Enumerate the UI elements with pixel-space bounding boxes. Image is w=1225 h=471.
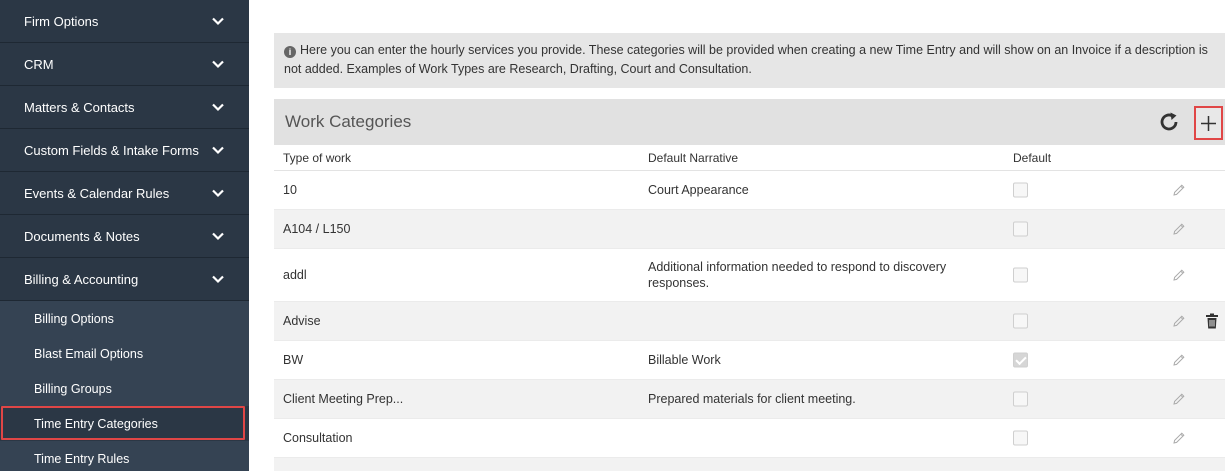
table-row[interactable]: BW Billable Work [274, 341, 1225, 380]
settings-sidebar: Firm Options CRM Matters & Contacts Cust… [0, 0, 249, 471]
cell-narrative: Prepared materials for client meeting. [648, 392, 856, 406]
info-circle-icon: i [284, 46, 296, 58]
info-banner: i Here you can enter the hourly services … [274, 33, 1225, 88]
chevron-down-icon [212, 146, 224, 155]
sidebar-section-label: Matters & Contacts [24, 99, 135, 115]
table-header: Type of work Default Narrative Default [274, 145, 1225, 171]
cell-narrative: Court Appearance [648, 183, 749, 197]
panel-title: Work Categories [285, 112, 412, 131]
cell-narrative: Additional information needed to respond… [648, 260, 947, 290]
cell-type: A104 / L150 [283, 222, 351, 236]
default-checkbox[interactable] [1013, 430, 1028, 446]
add-category-button[interactable] [1194, 106, 1223, 140]
sidebar-section-label: Billing & Accounting [24, 271, 139, 287]
sidebar-item-label: Billing Options [34, 311, 114, 326]
chevron-down-icon [212, 17, 224, 26]
billing-submenu: Billing Options Blast Email Options Bill… [0, 301, 249, 471]
sidebar-item-billing-options[interactable]: Billing Options [0, 301, 249, 336]
column-header-type[interactable]: Type of work [283, 151, 351, 165]
default-checkbox[interactable] [1013, 313, 1028, 329]
sidebar-item-time-entry-categories[interactable]: Time Entry Categories [0, 406, 249, 441]
default-checkbox[interactable] [1013, 182, 1028, 198]
sidebar-section-events-calendar[interactable]: Events & Calendar Rules [0, 172, 249, 215]
info-text: Here you can enter the hourly services y… [284, 43, 1208, 76]
pencil-icon[interactable] [1172, 353, 1186, 367]
chevron-down-icon [212, 275, 224, 284]
sidebar-section-label: Firm Options [24, 13, 99, 29]
chevron-down-icon [212, 232, 224, 241]
table-row[interactable]: addl Additional information needed to re… [274, 249, 1225, 302]
sidebar-section-label: Custom Fields & Intake Forms [24, 142, 199, 158]
table-row[interactable] [274, 458, 1225, 471]
cell-type: 10 [283, 183, 297, 197]
sidebar-item-label: Billing Groups [34, 381, 112, 396]
chevron-down-icon [212, 60, 224, 69]
sidebar-item-time-entry-rules[interactable]: Time Entry Rules [0, 441, 249, 471]
sidebar-section-crm[interactable]: CRM [0, 43, 249, 86]
table-row[interactable]: 10 Court Appearance [274, 171, 1225, 210]
pencil-icon[interactable] [1172, 431, 1186, 445]
cell-type: addl [283, 268, 307, 282]
cell-type: BW [283, 353, 304, 367]
main-content: i Here you can enter the hourly services … [249, 0, 1225, 471]
sidebar-section-label: CRM [24, 56, 54, 72]
default-checkbox[interactable] [1013, 221, 1028, 237]
sidebar-section-documents-notes[interactable]: Documents & Notes [0, 215, 249, 258]
sidebar-section-label: Documents & Notes [24, 228, 140, 244]
table-row[interactable]: Advise [274, 302, 1225, 341]
pencil-icon[interactable] [1172, 183, 1186, 197]
sidebar-section-label: Events & Calendar Rules [24, 185, 170, 201]
work-categories-panel: Work Categories Type of work Default Nar… [274, 99, 1225, 471]
refresh-icon[interactable] [1157, 110, 1181, 134]
cell-narrative: Billable Work [648, 353, 721, 367]
pencil-icon[interactable] [1172, 392, 1186, 406]
trash-icon[interactable] [1205, 313, 1219, 329]
table-row[interactable]: Client Meeting Prep... Prepared material… [274, 380, 1225, 419]
sidebar-item-label: Time Entry Categories [34, 416, 158, 431]
sidebar-section-billing-accounting[interactable]: Billing & Accounting [0, 258, 249, 301]
plus-icon [1201, 115, 1216, 131]
column-header-narrative[interactable]: Default Narrative [648, 151, 978, 165]
cell-type: Consultation [283, 431, 353, 445]
pencil-icon[interactable] [1172, 222, 1186, 236]
cell-type: Client Meeting Prep... [283, 392, 404, 406]
sidebar-item-billing-groups[interactable]: Billing Groups [0, 371, 249, 406]
sidebar-item-blast-email-options[interactable]: Blast Email Options [0, 336, 249, 371]
table-row[interactable]: Consultation [274, 419, 1225, 458]
pencil-icon[interactable] [1172, 314, 1186, 328]
sidebar-section-firm-options[interactable]: Firm Options [0, 0, 249, 43]
sidebar-item-label: Time Entry Rules [34, 451, 130, 466]
default-checkbox[interactable] [1013, 267, 1028, 283]
chevron-down-icon [212, 189, 224, 198]
sidebar-item-label: Blast Email Options [34, 346, 144, 361]
column-header-default[interactable]: Default [1013, 151, 1051, 165]
sidebar-section-custom-fields[interactable]: Custom Fields & Intake Forms [0, 129, 249, 172]
default-checkbox[interactable] [1013, 391, 1028, 407]
pencil-icon[interactable] [1172, 268, 1186, 282]
chevron-down-icon [212, 103, 224, 112]
sidebar-section-matters-contacts[interactable]: Matters & Contacts [0, 86, 249, 129]
panel-header: Work Categories [274, 99, 1225, 145]
app-root: Firm Options CRM Matters & Contacts Cust… [0, 0, 1225, 471]
cell-type: Advise [283, 314, 321, 328]
table-row[interactable]: A104 / L150 [274, 210, 1225, 249]
default-checkbox-checked[interactable] [1013, 352, 1028, 368]
